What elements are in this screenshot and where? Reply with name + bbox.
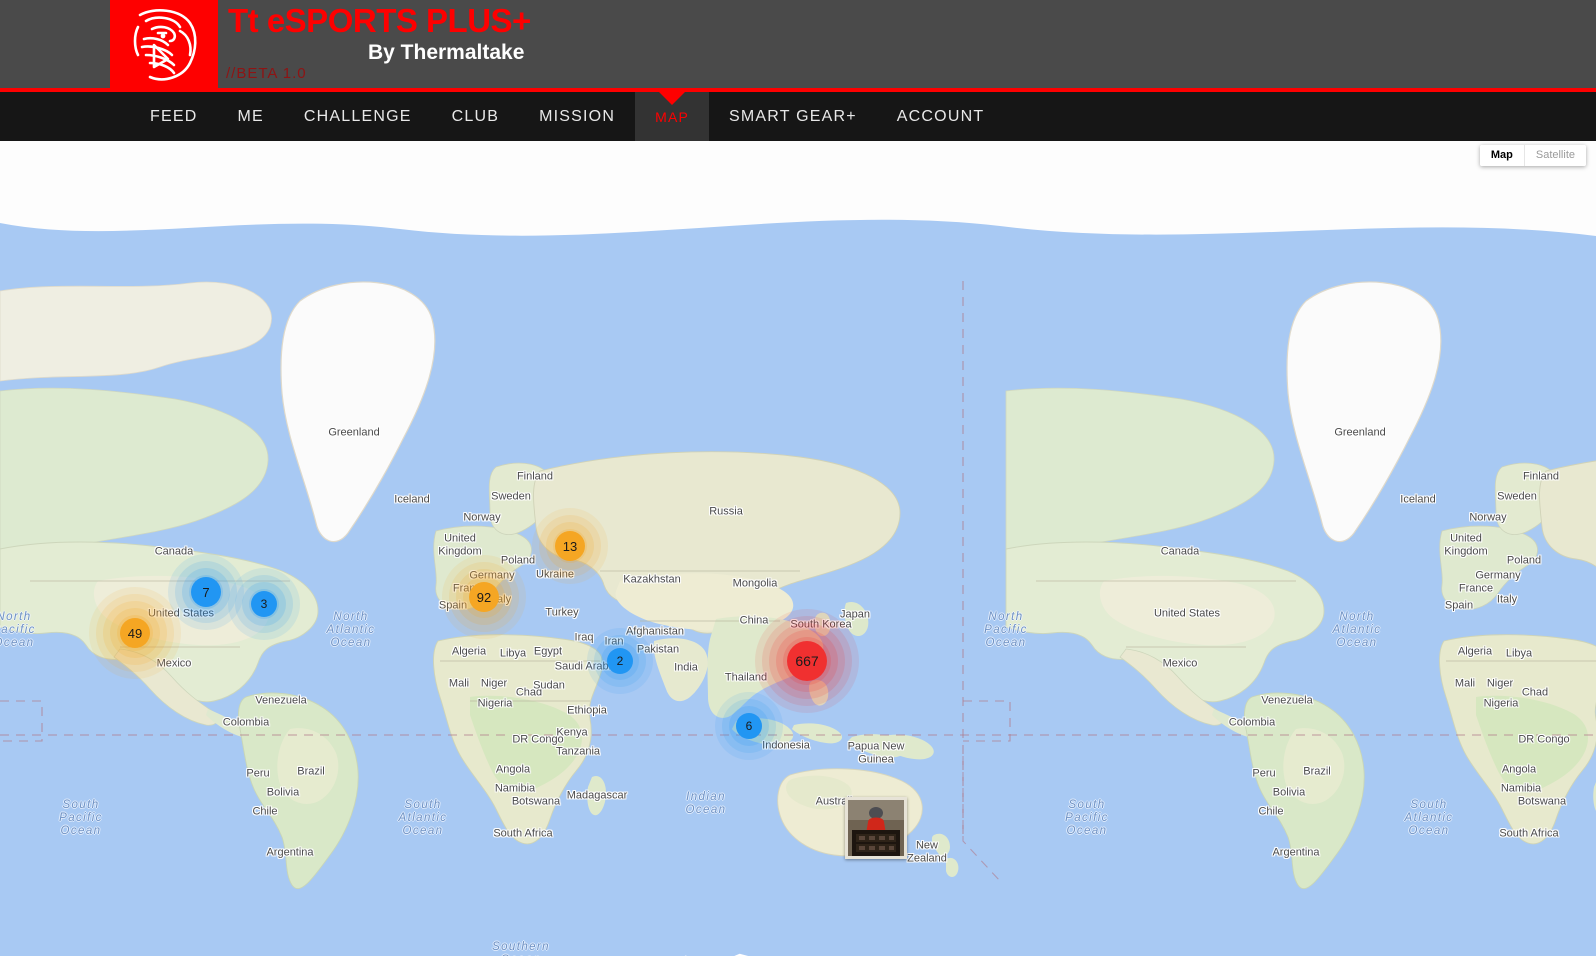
cluster-count-bubble[interactable]: 49 xyxy=(120,618,150,648)
nav-item-label: MAP xyxy=(655,108,690,125)
tt-esports-tiger-logo-icon xyxy=(133,9,197,81)
nav-item-label: ME xyxy=(237,107,264,125)
map-basemap-canvas xyxy=(0,141,1596,956)
map-cluster-marker[interactable]: 7 xyxy=(168,554,244,630)
world-map[interactable]: Map Satellite Greenland Iceland Canada Unit… xyxy=(0,141,1596,956)
nav-item-map[interactable]: MAP xyxy=(635,92,710,141)
map-cluster-marker[interactable]: 3 xyxy=(228,568,300,640)
cluster-count-bubble[interactable]: 667 xyxy=(787,641,827,681)
map-type-map-button[interactable]: Map xyxy=(1479,145,1525,166)
nav-item-account[interactable]: ACCOUNT xyxy=(877,92,1005,141)
beta-version-label: //BETA 1.0 xyxy=(226,65,307,82)
map-cluster-marker[interactable]: 2 xyxy=(587,628,653,694)
app-title: Tt eSPORTS PLUS+ xyxy=(228,2,531,39)
photo-marker-thumbnail-icon xyxy=(848,800,904,856)
app-subtitle: By Thermaltake xyxy=(368,41,525,64)
map-geography-svg xyxy=(0,141,1596,956)
brand-text-block: Tt eSPORTS PLUS+ By Thermaltake //BETA 1… xyxy=(218,0,1596,92)
nav-item-smart-gear[interactable]: SMART GEAR+ xyxy=(709,92,877,141)
cluster-count-bubble[interactable]: 13 xyxy=(555,531,585,561)
map-type-control[interactable]: Map Satellite xyxy=(1479,145,1586,166)
nav-item-label: MISSION xyxy=(539,107,616,125)
nav-item-me[interactable]: ME xyxy=(217,92,283,141)
map-cluster-marker[interactable]: 667 xyxy=(755,609,859,713)
map-cluster-marker[interactable]: 6 xyxy=(715,692,783,760)
map-type-satellite-button[interactable]: Satellite xyxy=(1524,145,1586,166)
nav-item-label: CHALLENGE xyxy=(303,107,412,125)
active-tab-pointer-icon xyxy=(659,92,686,105)
map-cluster-marker[interactable]: 13 xyxy=(532,508,608,584)
nav-item-feed[interactable]: FEED xyxy=(130,92,217,141)
nav-item-label: ACCOUNT xyxy=(896,107,985,125)
nav-item-label: SMART GEAR+ xyxy=(729,107,857,125)
app-header: Tt eSPORTS PLUS+ By Thermaltake //BETA 1… xyxy=(0,0,1596,96)
cluster-count-bubble[interactable]: 92 xyxy=(469,582,499,612)
nav-items-container: FEED ME CHALLENGE CLUB MISSION MAP SMART GEAR+… xyxy=(0,92,1004,141)
nav-item-challenge[interactable]: CHALLENGE xyxy=(284,92,432,141)
map-cluster-marker[interactable]: 49 xyxy=(89,587,181,679)
main-navigation: FEED ME CHALLENGE CLUB MISSION MAP SMART GEAR+… xyxy=(0,92,1596,141)
nav-item-label: CLUB xyxy=(451,107,500,125)
map-cluster-marker[interactable]: 92 xyxy=(442,555,526,639)
cluster-count-bubble[interactable]: 3 xyxy=(251,591,277,617)
nav-item-mission[interactable]: MISSION xyxy=(519,92,635,141)
user-photo-marker[interactable] xyxy=(845,797,907,859)
brand-logo[interactable] xyxy=(110,0,218,92)
cluster-count-bubble[interactable]: 2 xyxy=(607,648,633,674)
cluster-count-bubble[interactable]: 7 xyxy=(191,577,221,607)
nav-item-label: FEED xyxy=(150,107,198,125)
nav-item-club[interactable]: CLUB xyxy=(432,92,519,141)
cluster-count-bubble[interactable]: 6 xyxy=(736,713,762,739)
